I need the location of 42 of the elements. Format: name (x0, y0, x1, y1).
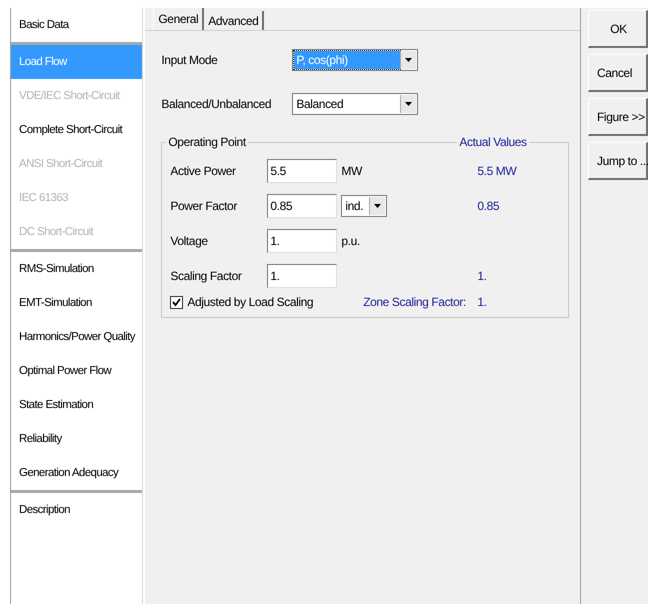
input-field[interactable]: 5.5 (267, 159, 338, 183)
sidebar-item[interactable]: Reliability (11, 422, 142, 456)
tab[interactable]: General (153, 8, 204, 30)
sidebar-item[interactable]: Generation Adequacy (11, 456, 142, 490)
actual-value: 5.5 MW (477, 164, 516, 178)
dropdown-value: Balanced (295, 96, 344, 113)
actual-value: 0.85 (477, 199, 500, 213)
field-label: Active Power (170, 164, 237, 178)
dropdown-arrow-icon (405, 102, 412, 106)
dialog-button[interactable]: Figure >> (588, 98, 648, 136)
dialog-button[interactable]: Cancel (588, 54, 648, 92)
dialog-button[interactable]: OK (588, 10, 648, 48)
actual-values-title: Actual Values (457, 135, 529, 149)
dropdown-value: P, cos(phi) (294, 51, 400, 69)
field-label: Balanced/Unbalanced (161, 97, 272, 111)
dropdown-arrow-icon (374, 204, 382, 208)
sidebar-item[interactable]: Basic Data (11, 8, 142, 42)
unit-label: p.u. (341, 234, 360, 248)
sidebar-item[interactable]: Complete Short-Circuit (11, 113, 142, 147)
checkbox[interactable] (170, 296, 184, 308)
group-title: Operating Point (166, 135, 248, 149)
unit-label: MW (341, 164, 362, 178)
dialog-button[interactable]: Jump to ... (588, 142, 648, 180)
field-label: Power Factor (170, 199, 238, 213)
sidebar-item[interactable]: State Estimation (11, 388, 142, 422)
field-label: Input Mode (161, 53, 218, 67)
sidebar-item[interactable]: EMT-Simulation (11, 286, 142, 320)
unit-dropdown[interactable]: ind. (341, 195, 388, 217)
sidebar-item[interactable]: Optimal Power Flow (11, 354, 142, 388)
actual-value: 1. (477, 295, 487, 309)
field-label: Voltage (170, 234, 209, 248)
zone-scaling-label: Zone Scaling Factor: (363, 295, 466, 309)
sidebar-item[interactable]: Description (11, 493, 142, 527)
sidebar-item[interactable]: Harmonics/Power Quality (11, 320, 142, 354)
sidebar-item[interactable]: RMS-Simulation (11, 252, 142, 286)
input-field[interactable]: 0.85 (267, 194, 338, 218)
input-field[interactable]: 1. (267, 229, 338, 253)
input-field[interactable]: 1. (267, 264, 338, 288)
field-label: Scaling Factor (170, 269, 243, 283)
dropdown-arrow-icon (405, 58, 412, 62)
dropdown[interactable]: Balanced (292, 93, 418, 115)
actual-value: 1. (477, 269, 487, 283)
